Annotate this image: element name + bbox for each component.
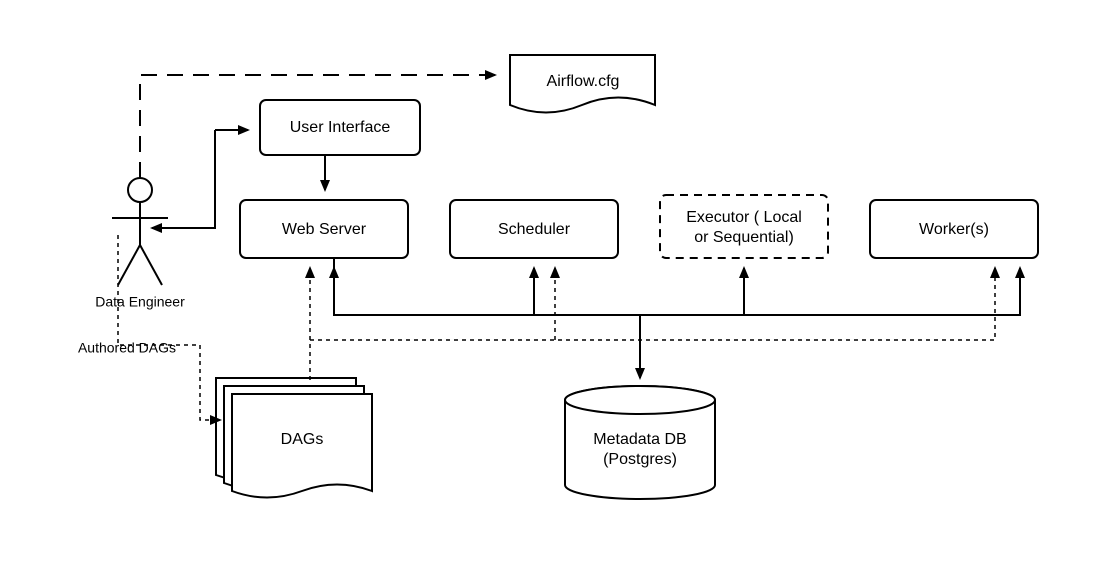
executor-node: Executor ( Local or Sequential) xyxy=(660,195,828,258)
data-engineer-label: Data Engineer xyxy=(95,294,185,310)
executor-label-line2: or Sequential) xyxy=(694,229,794,246)
metadata-db-node: Metadata DB (Postgres) xyxy=(565,386,715,499)
data-engineer-actor: Data Engineer xyxy=(95,178,185,310)
web-server-label: Web Server xyxy=(282,221,367,238)
dags-node: DAGs xyxy=(216,378,372,498)
edge-dags-to-workers xyxy=(310,268,995,340)
metadata-db-label-line1: Metadata DB xyxy=(593,431,686,448)
scheduler-node: Scheduler xyxy=(450,200,618,258)
airflow-architecture-diagram: Airflow.cfg User Interface Web Server Sc… xyxy=(0,0,1114,580)
metadata-db-label-line2: (Postgres) xyxy=(603,451,677,468)
workers-node: Worker(s) xyxy=(870,200,1038,258)
web-server-node: Web Server xyxy=(240,200,408,258)
airflow-cfg-node: Airflow.cfg xyxy=(510,55,655,113)
edge-bus-to-workers xyxy=(334,258,1020,315)
edge-ui-to-engineer xyxy=(152,130,215,228)
edge-authored-dags xyxy=(118,235,220,420)
user-interface-label: User Interface xyxy=(290,119,391,136)
airflow-cfg-label: Airflow.cfg xyxy=(547,73,620,90)
user-interface-node: User Interface xyxy=(260,100,420,155)
workers-label: Worker(s) xyxy=(919,221,989,238)
authored-dags-label: Authored DAGs xyxy=(78,340,176,356)
executor-label-line1: Executor ( Local xyxy=(686,209,802,226)
dags-label: DAGs xyxy=(281,431,324,448)
scheduler-label: Scheduler xyxy=(498,221,571,238)
